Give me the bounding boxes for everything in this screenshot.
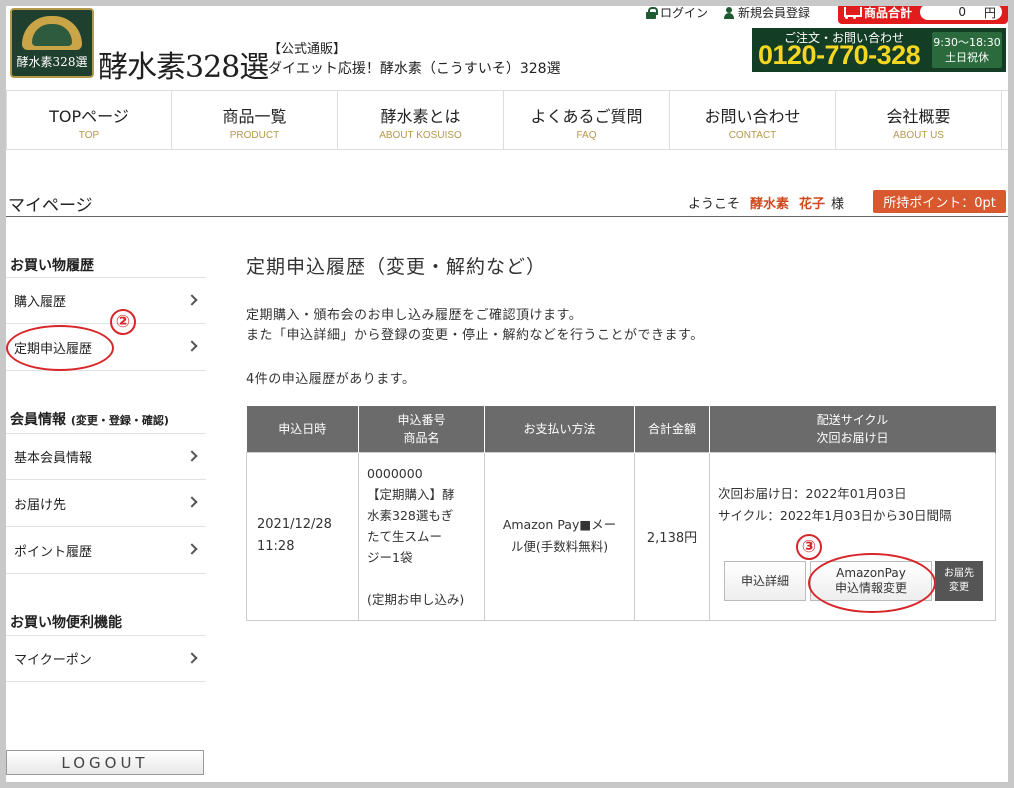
- cell-date: 2021/12/28 11:28: [246, 451, 359, 621]
- logo-text: 酵水素328選: [16, 55, 88, 69]
- chevron-right-icon: [186, 496, 198, 508]
- register-link[interactable]: 新規会員登録: [724, 4, 810, 21]
- sidebar-item-purchase-history[interactable]: 購入履歴: [6, 277, 206, 324]
- sidebar-item-my-coupon[interactable]: マイクーポン: [6, 635, 206, 682]
- subscription-detail-button[interactable]: 申込詳細: [724, 560, 806, 601]
- sidebar-list-tools: マイクーポン: [6, 635, 206, 682]
- welcome-message: ようこそ 酵水素 花子 様: [688, 193, 844, 212]
- site-header: 酵水素328選 酵水素328選 【公式通販】 ダイエット応援！酵水素（こうすいそ…: [6, 0, 1008, 90]
- section-title: 定期申込履歴（変更・解約など）: [246, 256, 547, 278]
- cell-order-product: 0000000 【定期購入】酵 水素328選もぎ たて生スムー ジー1袋 (定期…: [358, 451, 485, 621]
- logout-button[interactable]: LOGOUT: [6, 750, 204, 775]
- annotation-circle-2: [6, 325, 114, 371]
- chevron-right-icon: [186, 340, 198, 352]
- business-hours: 9:30〜18:30 土日祝休: [932, 32, 1002, 68]
- col-payment: お支払い方法: [484, 406, 635, 452]
- sidebar-heading-member: 会員情報 (変更・登録・確認): [10, 412, 169, 428]
- sidebar-item-points-history[interactable]: ポイント履歴: [6, 527, 206, 574]
- history-count: 4件の申込履歴があります。: [246, 372, 416, 387]
- col-total: 合計金額: [634, 406, 710, 452]
- cart-value: 0: [958, 5, 966, 19]
- points-badge: 所持ポイント：0pt: [873, 190, 1006, 213]
- global-nav: TOPページ TOP 商品一覧 PRODUCT 酵水素とは ABOUT KOSUISO…: [6, 90, 1008, 150]
- sidebar-item-delivery-address[interactable]: お届け先: [6, 480, 206, 527]
- annotation-number-2: ②: [110, 309, 136, 335]
- phone-number: 0120-770-328: [758, 40, 921, 70]
- page-title: マイページ: [8, 196, 93, 216]
- chevron-right-icon: [186, 294, 198, 306]
- cart-value-box: 0 円: [920, 4, 1003, 20]
- col-date: 申込日時: [246, 406, 359, 452]
- sidebar-list-member: 基本会員情報 お届け先 ポイント履歴: [6, 433, 206, 574]
- nav-about-us[interactable]: 会社概要 ABOUT US: [836, 91, 1002, 149]
- divider: [6, 216, 1008, 217]
- order-number: 0000000: [367, 465, 423, 481]
- login-link[interactable]: ログイン: [646, 4, 708, 21]
- cart-total[interactable]: 商品合計 0 円: [838, 0, 1008, 24]
- sidebar-item-member-info[interactable]: 基本会員情報: [6, 433, 206, 480]
- sidebar-heading-purchase: お買い物履歴: [10, 258, 94, 274]
- col-cycle: 配送サイクル 次回お届け日: [709, 406, 996, 452]
- user-first-name: 花子: [799, 197, 826, 212]
- cart-label: 商品合計: [864, 5, 913, 20]
- chevron-right-icon: [186, 543, 198, 555]
- cart-icon: [842, 5, 862, 19]
- tagline-official: 【公式通販】: [268, 42, 347, 57]
- tagline-description: ダイエット応援！酵水素（こうすいそ）328選: [268, 61, 561, 77]
- top-links: ログイン 新規会員登録: [646, 4, 810, 21]
- cell-payment: Amazon Pay■メー ル便(手数料無料): [484, 451, 635, 621]
- cart-unit: 円: [984, 5, 997, 20]
- table-header-row: 申込日時 申込番号 商品名 お支払い方法 合計金額 配送サイクル 次回お届け日: [246, 406, 996, 452]
- delivery-cycle: サイクル：2022年1月03日から30日間隔: [718, 507, 952, 523]
- site-name[interactable]: 酵水素328選: [98, 42, 269, 86]
- col-order-product: 申込番号 商品名: [358, 406, 485, 452]
- annotation-circle-3: [808, 553, 936, 613]
- sidebar-heading-tools: お買い物便利機能: [10, 615, 122, 631]
- section-description: 定期購入・頒布会のお申し込み履歴をご確認頂けます。 また「申込詳細」から登録の変…: [246, 308, 704, 343]
- nav-contact[interactable]: お問い合わせ CONTACT: [670, 91, 836, 149]
- nav-top[interactable]: TOPページ TOP: [6, 91, 172, 149]
- next-delivery: 次回お届け日：2022年01月03日: [718, 485, 907, 501]
- nav-product[interactable]: 商品一覧 PRODUCT: [172, 91, 338, 149]
- lock-icon: [646, 6, 658, 19]
- chevron-right-icon: [186, 652, 198, 664]
- nav-about-kosuiso[interactable]: 酵水素とは ABOUT KOSUISO: [338, 91, 504, 149]
- change-address-button[interactable]: お届先 変更: [935, 560, 983, 601]
- chevron-right-icon: [186, 450, 198, 462]
- nav-faq[interactable]: よくあるご質問 FAQ: [504, 91, 670, 149]
- user-last-name: 酵水素: [750, 197, 790, 212]
- site-logo[interactable]: 酵水素328選: [10, 8, 94, 78]
- phone-banner[interactable]: ご注文・お問い合わせ 0120-770-328 9:30〜18:30 土日祝休: [752, 28, 1006, 72]
- person-icon: [724, 6, 735, 19]
- cell-total: 2,138円: [634, 451, 710, 621]
